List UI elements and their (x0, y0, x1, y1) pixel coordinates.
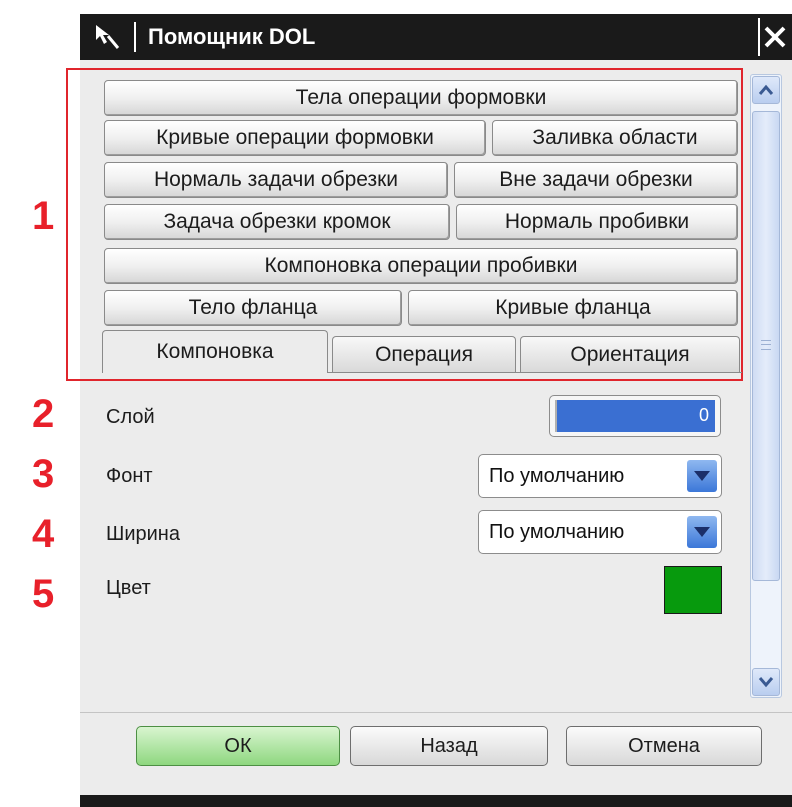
chevron-down-icon (758, 677, 774, 688)
close-separator (758, 18, 760, 56)
category-pierce-normal-button[interactable]: Нормаль пробивки (456, 204, 738, 240)
layer-label: Слой (106, 406, 155, 428)
layer-value: 0 (555, 400, 715, 432)
cursor-arrow-icon (96, 25, 120, 49)
font-select-value: По умолчанию (489, 465, 625, 487)
width-dropdown-button[interactable] (687, 516, 717, 548)
title-separator (134, 22, 136, 52)
chevron-down-icon (694, 471, 710, 481)
category-body-forming-button[interactable]: Тела операции формовки (104, 80, 738, 116)
annotation-marker-5: 5 (32, 572, 55, 616)
scroll-thumb[interactable] (752, 111, 780, 581)
scroll-up-button[interactable] (752, 76, 780, 104)
category-flange-curves-button[interactable]: Кривые фланца (408, 290, 738, 326)
color-swatch[interactable] (664, 566, 722, 614)
dialog-bottom-border (80, 795, 792, 807)
annotation-marker-4: 4 (32, 512, 55, 556)
annotation-marker-2: 2 (32, 392, 55, 436)
cancel-button[interactable]: Отмена (566, 726, 762, 766)
width-label: Ширина (106, 523, 180, 545)
annotation-marker-1: 1 (32, 194, 55, 238)
vertical-scrollbar[interactable] (750, 74, 782, 698)
tab-layout[interactable]: Компоновка (102, 330, 328, 373)
color-label: Цвет (106, 577, 151, 599)
tab-orientation[interactable]: Ориентация (520, 336, 740, 372)
width-select[interactable]: По умолчанию (478, 510, 722, 554)
category-trim-normal-button[interactable]: Нормаль задачи обрезки (104, 162, 448, 198)
category-pierce-layout-button[interactable]: Компоновка операции пробивки (104, 248, 738, 284)
width-select-value: По умолчанию (489, 521, 625, 543)
title-bar[interactable]: Помощник DOL (80, 14, 792, 60)
footer-divider (80, 712, 792, 713)
back-button[interactable]: Назад (350, 726, 548, 766)
category-outside-trim-button[interactable]: Вне задачи обрезки (454, 162, 738, 198)
font-select[interactable]: По умолчанию (478, 454, 722, 498)
category-edge-trim-button[interactable]: Задача обрезки кромок (104, 204, 450, 240)
close-icon (764, 26, 786, 48)
annotation-marker-3: 3 (32, 452, 55, 496)
tab-operation[interactable]: Операция (332, 336, 516, 372)
category-flange-body-button[interactable]: Тело фланца (104, 290, 402, 326)
chevron-down-icon (694, 527, 710, 537)
font-label: Фонт (106, 465, 153, 487)
dialog-title: Помощник DOL (148, 24, 316, 49)
scroll-down-button[interactable] (752, 668, 780, 696)
close-button[interactable] (746, 14, 792, 60)
layer-input[interactable]: 0 (549, 395, 721, 437)
ok-button[interactable]: ОК (136, 726, 340, 766)
chevron-up-icon (758, 84, 774, 95)
scroll-grip (761, 340, 771, 350)
font-dropdown-button[interactable] (687, 460, 717, 492)
category-curves-forming-button[interactable]: Кривые операции формовки (104, 120, 486, 156)
category-area-fill-button[interactable]: Заливка области (492, 120, 738, 156)
